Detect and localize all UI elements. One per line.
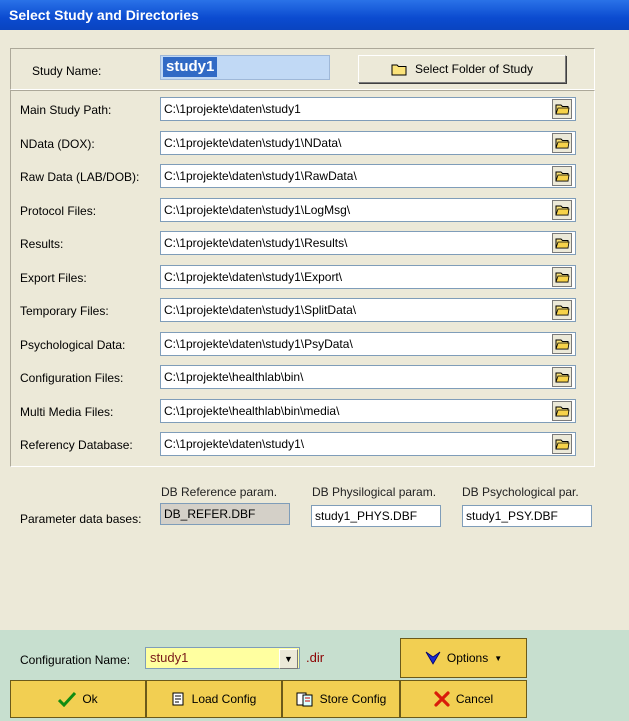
options-arrow-icon <box>425 651 441 665</box>
config-name-select[interactable]: study1 ▼ <box>145 647 300 669</box>
store-config-label: Store Config <box>319 692 387 706</box>
parameter-databases-label: Parameter data bases: <box>20 512 142 526</box>
path-label: Temporary Files: <box>20 304 109 318</box>
load-config-icon <box>172 692 184 706</box>
path-label: Referency Database: <box>20 438 133 452</box>
db-physiological-field[interactable]: study1_PHYS.DBF <box>311 505 441 527</box>
path-input[interactable]: C:\1projekte\daten\study1\Export\ <box>160 265 576 289</box>
folder-icon[interactable] <box>552 200 572 220</box>
cancel-button[interactable]: Cancel <box>400 680 527 718</box>
folder-icon[interactable] <box>552 434 572 454</box>
store-config-button[interactable]: Store Config <box>282 680 400 718</box>
path-label: Multi Media Files: <box>20 405 114 419</box>
chevron-down-icon[interactable]: ▼ <box>279 649 298 669</box>
store-config-icon <box>296 692 313 706</box>
options-label: Options <box>446 651 489 665</box>
window-title: Select Study and Directories <box>0 0 629 30</box>
study-name-label: Study Name: <box>32 64 102 78</box>
path-input[interactable]: C:\1projekte\daten\study1\SplitData\ <box>160 298 576 322</box>
ok-button[interactable]: Ok <box>10 680 146 718</box>
path-input[interactable]: C:\1projekte\daten\study1\PsyData\ <box>160 332 576 356</box>
study-name-input[interactable]: study1 <box>160 55 330 80</box>
load-config-label: Load Config <box>191 692 257 706</box>
path-label: Protocol Files: <box>20 204 97 218</box>
checkmark-icon <box>58 691 77 707</box>
ok-label: Ok <box>82 692 98 706</box>
path-label: Configuration Files: <box>20 371 124 385</box>
path-input[interactable]: C:\1projekte\daten\study1\Results\ <box>160 231 576 255</box>
folder-icon[interactable] <box>552 133 572 153</box>
config-extension: .dir <box>306 650 325 665</box>
db-reference-title: DB Reference param. <box>161 485 278 499</box>
path-label: Main Study Path: <box>20 103 112 117</box>
path-label: Export Files: <box>20 271 87 285</box>
folder-icon[interactable] <box>552 334 572 354</box>
options-dropdown-icon: ▼ <box>494 653 503 663</box>
folder-icon[interactable] <box>552 166 572 186</box>
path-input[interactable]: C:\1projekte\healthlab\bin\ <box>160 365 576 389</box>
folder-icon <box>391 64 407 76</box>
folder-icon[interactable] <box>552 267 572 287</box>
path-input[interactable]: C:\1projekte\daten\study1\RawData\ <box>160 164 576 188</box>
path-label: Results: <box>20 237 64 251</box>
cancel-x-icon <box>434 691 450 707</box>
select-folder-button[interactable]: Select Folder of Study <box>358 55 566 83</box>
path-label: Raw Data (LAB/DOB): <box>20 170 140 184</box>
path-input[interactable]: C:\1projekte\daten\study1\NData\ <box>160 131 576 155</box>
options-button[interactable]: Options ▼ <box>400 638 527 678</box>
path-input[interactable]: C:\1projekte\healthlab\bin\media\ <box>160 399 576 423</box>
path-input[interactable]: C:\1projekte\daten\study1\ <box>160 432 576 456</box>
db-psychological-title: DB Psychological par. <box>462 485 579 499</box>
path-input[interactable]: C:\1projekte\daten\study1 <box>160 97 576 121</box>
config-name-label: Configuration Name: <box>20 653 131 667</box>
config-name-value: study1 <box>150 650 189 665</box>
load-config-button[interactable]: Load Config <box>146 680 282 718</box>
folder-icon[interactable] <box>552 401 572 421</box>
folder-icon[interactable] <box>552 233 572 253</box>
study-name-value: study1 <box>163 57 218 77</box>
folder-icon[interactable] <box>552 99 572 119</box>
path-label: Psychological Data: <box>20 338 126 352</box>
path-label: NData (DOX): <box>20 137 95 151</box>
folder-icon[interactable] <box>552 367 572 387</box>
db-reference-field: DB_REFER.DBF <box>160 503 290 525</box>
select-folder-label: Select Folder of Study <box>414 62 534 76</box>
folder-icon[interactable] <box>552 300 572 320</box>
db-psychological-field[interactable]: study1_PSY.DBF <box>462 505 592 527</box>
path-input[interactable]: C:\1projekte\daten\study1\LogMsg\ <box>160 198 576 222</box>
db-physiological-title: DB Physilogical param. <box>312 485 437 499</box>
cancel-label: Cancel <box>455 692 494 706</box>
